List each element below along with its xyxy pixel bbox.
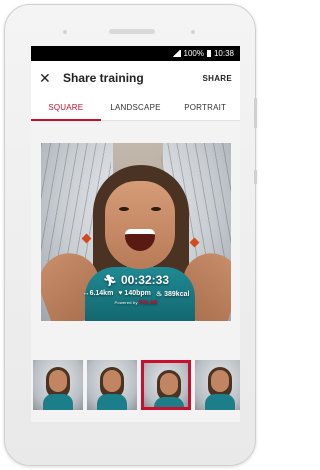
thumbnail-shirt [97, 394, 127, 410]
photo-thumbnail[interactable] [87, 360, 137, 410]
tab-portrait[interactable]: PORTRAIT [170, 95, 240, 120]
status-time: 10:38 [213, 49, 234, 58]
duration-value: 00:32:33 [120, 273, 169, 287]
thumbnail-face [160, 373, 178, 395]
brand-logo: POLAR [138, 300, 158, 306]
page-title: Share training [63, 71, 144, 85]
status-bar: 100% 10:38 [31, 46, 240, 61]
person-eye [119, 207, 129, 211]
training-photo-preview: 🏃︎ 00:32:33 ↔6.14km ♥ 140bpm ♨ 389kcal P… [41, 143, 231, 321]
thumbnail-shirt [205, 394, 235, 410]
front-camera [63, 30, 67, 34]
thumbnail-shirt [154, 397, 184, 407]
photo-thumbnail-strip [31, 360, 240, 410]
preview-area: 🏃︎ 00:32:33 ↔6.14km ♥ 140bpm ♨ 389kcal P… [31, 121, 240, 422]
battery-percent: 100% [183, 49, 204, 58]
phone-speaker [109, 29, 155, 34]
power-button [254, 170, 257, 184]
photo-thumbnail[interactable] [195, 360, 240, 410]
heart-icon: ♥ [118, 290, 123, 297]
app-bar: ✕ Share training SHARE [31, 61, 240, 95]
share-button[interactable]: SHARE [202, 74, 232, 83]
volume-button [254, 98, 257, 128]
thumbnail-face [49, 370, 67, 392]
calories-value: 389kcal [164, 291, 190, 298]
battery-icon [206, 50, 211, 57]
person-face [105, 181, 175, 269]
photo-thumbnail[interactable] [33, 360, 83, 410]
flame-icon: ♨ [155, 291, 163, 298]
thumbnail-face [211, 370, 229, 392]
distance-value: 6.14km [89, 290, 114, 297]
powered-by-brand: Powered by POLAR [41, 300, 231, 306]
signal-icon [171, 50, 181, 57]
person-eye [151, 207, 161, 211]
distance-icon: ↔ [82, 290, 90, 297]
phone-chin [30, 428, 240, 456]
tab-square[interactable]: SQUARE [31, 95, 101, 121]
thumbnail-face [103, 370, 121, 392]
running-icon: 🏃︎ [102, 274, 117, 287]
phone-screen: 100% 10:38 ✕ Share training SHARE SQUARE… [31, 46, 240, 422]
format-tabs: SQUARE LANDSCAPE PORTRAIT [31, 95, 240, 121]
tab-landscape[interactable]: LANDSCAPE [101, 95, 171, 120]
photo-thumbnail-selected[interactable] [141, 360, 191, 410]
powered-by-label: Powered by [114, 300, 138, 305]
heart-rate-value: 140bpm [124, 290, 151, 297]
training-summary-overlay: 🏃︎ 00:32:33 ↔6.14km ♥ 140bpm ♨ 389kcal P… [41, 273, 231, 306]
thumbnail-shirt [43, 394, 73, 410]
close-icon[interactable]: ✕ [39, 70, 57, 87]
proximity-sensor [191, 30, 195, 34]
